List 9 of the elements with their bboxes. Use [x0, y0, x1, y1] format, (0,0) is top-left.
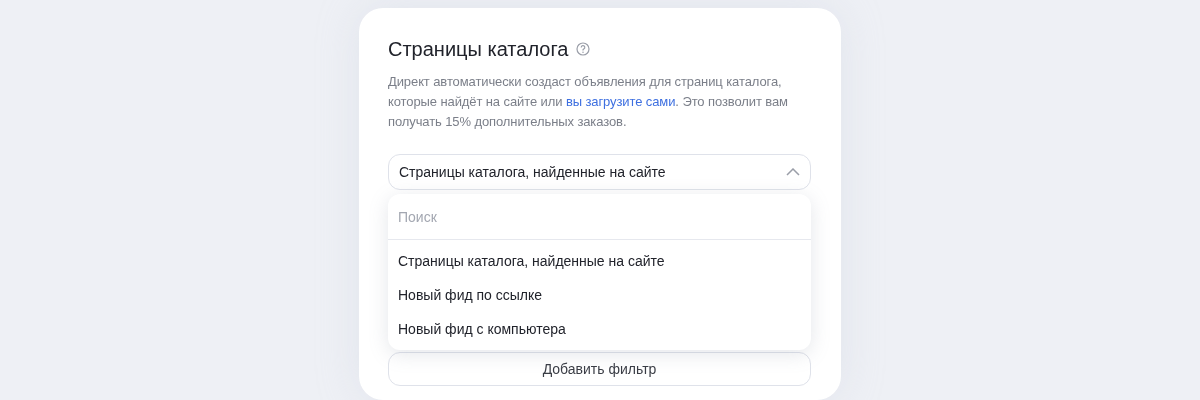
dropdown-option[interactable]: Новый фид по ссылке [388, 278, 811, 312]
search-field[interactable]: Поиск [388, 194, 811, 240]
help-icon[interactable] [576, 42, 591, 56]
dropdown-option[interactable]: Новый фид с компьютера [388, 312, 811, 346]
dropdown-option[interactable]: Страницы каталога, найденные на сайте [388, 244, 811, 278]
section-title: Страницы каталога [388, 37, 569, 62]
catalog-select[interactable]: Страницы каталога, найденные на сайте [388, 154, 811, 190]
description: Директ автоматически создаст объявления для страниц каталога, которые найдёт на сайте или вы загрузите сами. Это позволит вам получать 15% дополнительных заказов. [388, 73, 789, 131]
add-filter-button[interactable]: Добавить фильтр [388, 352, 811, 386]
